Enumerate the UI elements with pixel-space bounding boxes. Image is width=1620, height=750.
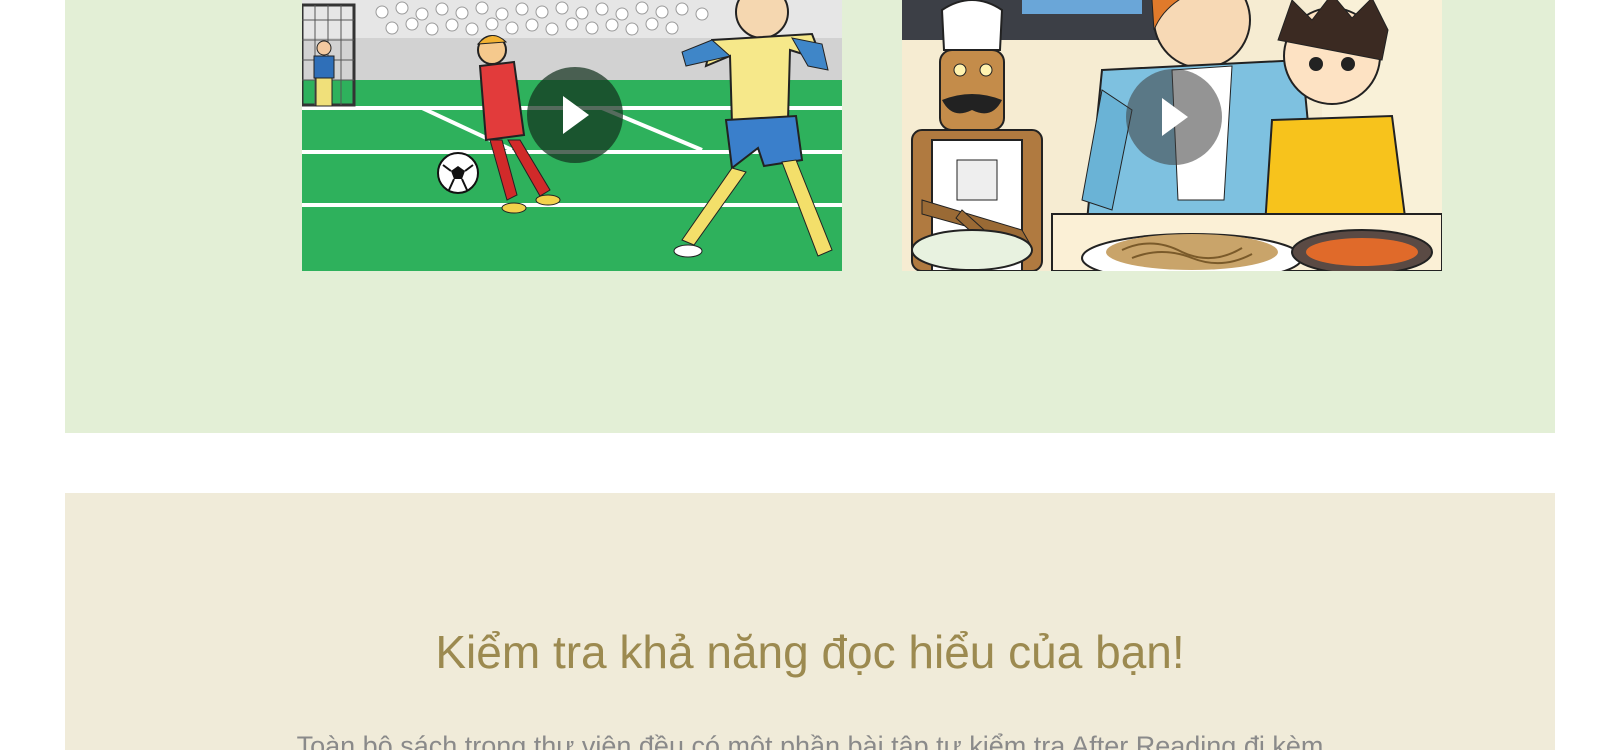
section-description: Toàn bộ sách trong thư viện đều có một p… [296, 731, 1324, 750]
video-thumbnail-kitchen[interactable] [902, 0, 1442, 271]
reading-check-section: Kiểm tra khả năng đọc hiểu của bạn! Toàn… [65, 493, 1555, 750]
play-icon [563, 96, 589, 134]
page: Kiểm tra khả năng đọc hiểu của bạn! Toàn… [0, 0, 1620, 750]
play-icon [1162, 98, 1188, 136]
play-button[interactable] [527, 67, 623, 163]
video-thumbnail-football[interactable] [302, 0, 842, 271]
video-section [65, 0, 1555, 433]
section-heading: Kiểm tra khả năng đọc hiểu của bạn! [435, 626, 1185, 678]
play-button[interactable] [1126, 69, 1222, 165]
